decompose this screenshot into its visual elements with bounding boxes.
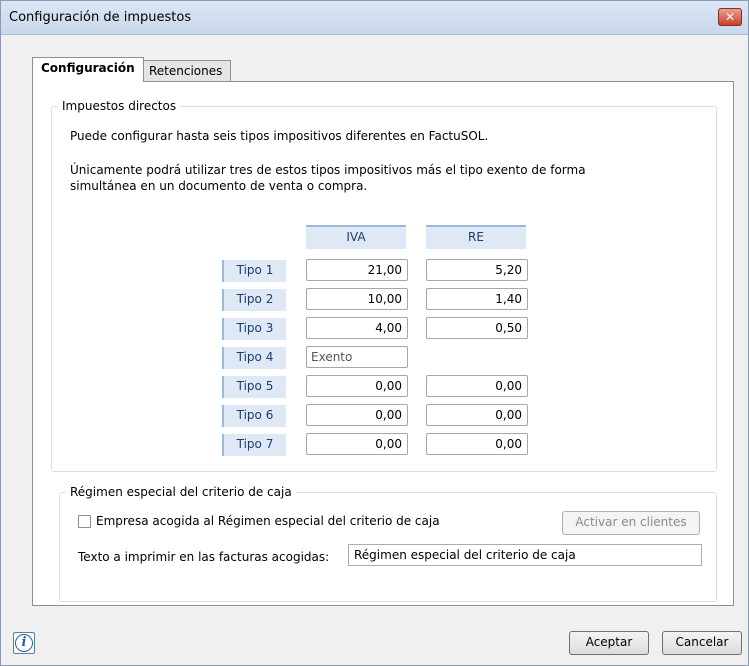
cash-criteria-checkbox-label[interactable]: Empresa acogida al Régimen especial del … xyxy=(96,514,440,528)
re-input-tipo-7[interactable]: 0,00 xyxy=(426,433,528,455)
row-label-tipo-2: Tipo 2 xyxy=(222,289,286,311)
direct-taxes-group: Impuestos directos Puede configurar hast… xyxy=(51,99,717,472)
title-bar: Configuración de impuestos ✕ xyxy=(1,1,748,35)
iva-input-tipo-7[interactable]: 0,00 xyxy=(306,433,408,455)
iva-input-tipo-2[interactable]: 10,00 xyxy=(306,288,408,310)
row-label-tipo-5: Tipo 5 xyxy=(222,376,286,398)
iva-input-tipo-1[interactable]: 21,00 xyxy=(306,259,408,281)
iva-input-tipo-6[interactable]: 0,00 xyxy=(306,404,408,426)
accept-button[interactable]: Aceptar xyxy=(569,631,649,655)
info-icon[interactable]: i xyxy=(13,632,35,654)
tab-panel-configuracion: Impuestos directos Puede configurar hast… xyxy=(32,81,734,606)
row-label-tipo-3: Tipo 3 xyxy=(222,318,286,340)
cash-criteria-legend: Régimen especial del criterio de caja xyxy=(66,485,296,499)
row-label-tipo-7: Tipo 7 xyxy=(222,434,286,456)
close-button[interactable]: ✕ xyxy=(718,8,742,26)
row-label-tipo-1: Tipo 1 xyxy=(222,260,286,282)
window-title: Configuración de impuestos xyxy=(9,10,192,25)
tab-configuracion[interactable]: Configuración xyxy=(32,57,144,82)
dialog-window: Configuración de impuestos ✕ Configuraci… xyxy=(0,0,749,666)
activate-clients-button[interactable]: Activar en clientes xyxy=(562,511,700,535)
iva-input-tipo-3[interactable]: 4,00 xyxy=(306,317,408,339)
re-input-tipo-6[interactable]: 0,00 xyxy=(426,404,528,426)
column-header-iva: IVA xyxy=(306,225,406,249)
iva-input-tipo-4: Exento xyxy=(306,346,408,368)
re-input-tipo-3[interactable]: 0,50 xyxy=(426,317,528,339)
info-text-line2: Únicamente podrá utilizar tres de estos … xyxy=(70,163,586,177)
cash-criteria-checkbox[interactable] xyxy=(78,515,91,528)
cancel-button[interactable]: Cancelar xyxy=(662,631,742,655)
re-input-tipo-5[interactable]: 0,00 xyxy=(426,375,528,397)
tab-retenciones[interactable]: Retenciones xyxy=(140,60,232,82)
iva-input-tipo-5[interactable]: 0,00 xyxy=(306,375,408,397)
direct-taxes-legend: Impuestos directos xyxy=(58,99,181,113)
row-label-tipo-4: Tipo 4 xyxy=(222,347,286,369)
info-text-line3: simultánea en un documento de venta o co… xyxy=(70,179,368,193)
cash-criteria-group: Régimen especial del criterio de caja Em… xyxy=(59,485,717,602)
row-label-tipo-6: Tipo 6 xyxy=(222,405,286,427)
column-header-re: RE xyxy=(426,225,526,249)
re-input-tipo-2[interactable]: 1,40 xyxy=(426,288,528,310)
print-text-input[interactable]: Régimen especial del criterio de caja xyxy=(348,544,702,566)
re-input-tipo-1[interactable]: 5,20 xyxy=(426,259,528,281)
print-text-label: Texto a imprimir en las facturas acogida… xyxy=(78,550,330,564)
info-text-line1: Puede configurar hasta seis tipos imposi… xyxy=(70,129,489,143)
